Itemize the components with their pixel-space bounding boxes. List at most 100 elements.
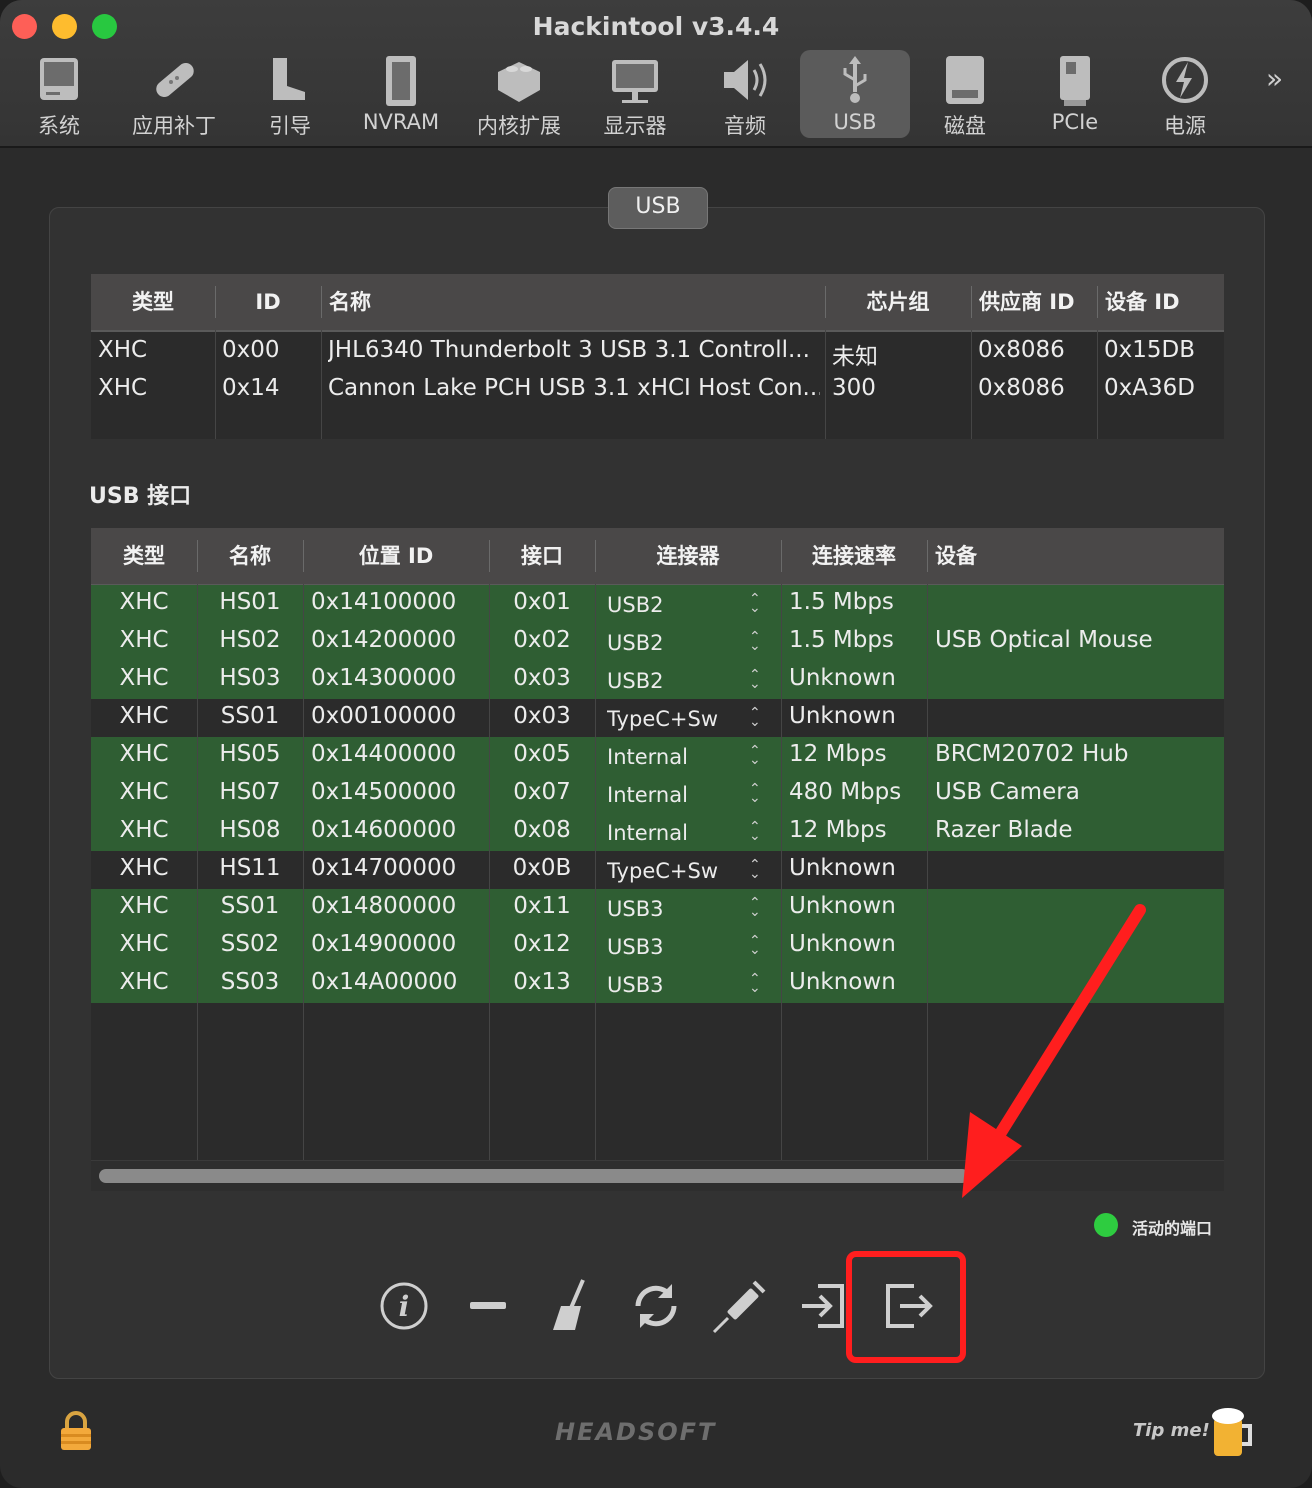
table-row[interactable]: XHC HS01 0x14100000 0x01 USB2 ⌃ ⌄ 1.5 Mbps: [91, 585, 1224, 623]
header-separator: [781, 540, 782, 572]
toolbar-item-usb[interactable]: USB: [800, 50, 910, 138]
table-cell: 0x00: [222, 337, 280, 363]
table-cell: XHC: [98, 375, 148, 401]
stepper-arrows-icon[interactable]: ⌃ ⌄: [749, 896, 761, 919]
table-cell: 未知: [832, 344, 878, 370]
toolbar-item-disk[interactable]: 磁盘: [910, 50, 1020, 138]
beer-mug-icon[interactable]: [1210, 1404, 1256, 1460]
stepper-arrows-icon[interactable]: ⌃ ⌄: [749, 934, 761, 957]
remove-icon[interactable]: [460, 1278, 516, 1334]
table-cell[interactable]: USB2: [607, 669, 753, 693]
stepper-arrows-icon[interactable]: ⌃ ⌄: [749, 744, 761, 767]
import-icon[interactable]: [796, 1278, 852, 1334]
table-cell: 1.5 Mbps: [789, 627, 894, 653]
column-separator: [197, 584, 198, 1160]
memory-icon: [386, 56, 416, 106]
stepper-arrows-icon[interactable]: ⌃ ⌄: [749, 972, 761, 995]
header-separator: [825, 286, 826, 318]
toolbar-item-display[interactable]: 显示器: [580, 50, 690, 138]
stepper-arrows-icon[interactable]: ⌃ ⌄: [749, 820, 761, 843]
controllers-table-header: 类型 ID 名称 芯片组 供应商 ID 设备 ID: [91, 274, 1224, 332]
stepper-arrows-icon[interactable]: ⌃ ⌄: [749, 858, 761, 881]
column-header[interactable]: 连接速率: [781, 528, 927, 584]
column-header[interactable]: 连接器: [595, 528, 781, 584]
toolbar-item-boot[interactable]: 引导: [235, 50, 345, 138]
toolbar-label: 磁盘: [944, 114, 986, 138]
table-cell: 0x15DB: [1104, 337, 1196, 363]
refresh-icon[interactable]: [628, 1278, 684, 1334]
active-port-indicator: [1094, 1213, 1118, 1237]
scrollbar-thumb[interactable]: [99, 1169, 969, 1183]
toolbar-item-pcie[interactable]: PCIe: [1020, 50, 1130, 138]
table-row[interactable]: XHC SS01 0x00100000 0x03 TypeC+Sw ⌃ ⌄ Unknown: [91, 699, 1224, 737]
table-row[interactable]: XHC 0x00 JHL6340 Thunderbolt 3 USB 3.1 Con…: [91, 332, 1224, 370]
table-row[interactable]: XHC HS08 0x14600000 0x08 Internal ⌃ ⌄ 12 Mbps Ra…: [91, 813, 1224, 851]
toolbar-item-system[interactable]: 系统: [4, 50, 114, 138]
table-cell: 0x03: [513, 703, 571, 729]
header-separator: [489, 540, 490, 572]
table-cell: XHC: [119, 589, 169, 615]
stepper-arrows-icon[interactable]: ⌃ ⌄: [749, 706, 761, 729]
column-header[interactable]: 名称: [321, 274, 833, 330]
column-header[interactable]: 名称: [197, 528, 303, 584]
table-cell: HS11: [219, 855, 281, 881]
ports-section-label: USB 接口: [89, 484, 192, 509]
table-cell[interactable]: Internal: [607, 821, 753, 845]
section-tab-usb[interactable]: USB: [608, 187, 708, 229]
column-header[interactable]: 接口: [489, 528, 595, 584]
stepper-arrows-icon[interactable]: ⌃ ⌄: [749, 668, 761, 691]
table-cell: XHC: [119, 817, 169, 843]
table-cell[interactable]: TypeC+Sw: [607, 707, 753, 731]
table-row[interactable]: XHC HS03 0x14300000 0x03 USB2 ⌃ ⌄ Unknown: [91, 661, 1224, 699]
stepper-arrows-icon[interactable]: ⌃ ⌄: [749, 630, 761, 653]
tip-me-label[interactable]: Tip me!: [1133, 1420, 1210, 1441]
table-cell: 0x0B: [512, 855, 572, 881]
header-separator: [971, 286, 972, 318]
syringe-icon[interactable]: [712, 1278, 768, 1334]
table-cell[interactable]: USB2: [607, 593, 753, 617]
table-cell: HS02: [219, 627, 281, 653]
stepper-arrows-icon[interactable]: ⌃ ⌄: [749, 782, 761, 805]
table-cell[interactable]: Internal: [607, 783, 753, 807]
table-row[interactable]: XHC HS11 0x14700000 0x0B TypeC+Sw ⌃ ⌄ Unknown: [91, 851, 1224, 889]
table-cell: BRCM20702 Hub: [935, 741, 1129, 767]
toolbar-item-kext[interactable]: 内核扩展: [464, 50, 574, 138]
stepper-arrows-icon[interactable]: ⌃ ⌄: [749, 592, 761, 615]
column-header[interactable]: 设备: [927, 528, 1232, 584]
column-header[interactable]: 芯片组: [825, 274, 971, 330]
table-cell[interactable]: Internal: [607, 745, 753, 769]
header-separator: [303, 540, 304, 572]
broom-icon[interactable]: [543, 1278, 599, 1334]
toolbar-item-patch[interactable]: 应用补丁: [119, 50, 229, 138]
toolbar-item-audio[interactable]: 音频: [690, 50, 800, 138]
table-cell: 1.5 Mbps: [789, 589, 894, 615]
toolbar-item-nvram[interactable]: NVRAM: [346, 50, 456, 138]
table-cell[interactable]: TypeC+Sw: [607, 859, 753, 883]
table-cell: Unknown: [789, 893, 896, 919]
table-cell: 0x14300000: [311, 665, 457, 691]
table-cell[interactable]: USB2: [607, 631, 753, 655]
table-cell[interactable]: USB3: [607, 973, 753, 997]
table-cell: 12 Mbps: [789, 741, 887, 767]
table-cell: XHC: [119, 931, 169, 957]
toolbar-overflow-button[interactable]: »: [1266, 62, 1283, 95]
column-header[interactable]: 设备 ID: [1097, 274, 1232, 330]
table-row[interactable]: XHC HS07 0x14500000 0x07 Internal ⌃ ⌄ 480 Mbps U…: [91, 775, 1224, 813]
table-cell: 0x01: [513, 589, 571, 615]
column-header[interactable]: 类型: [91, 528, 197, 584]
table-row[interactable]: XHC 0x14 Cannon Lake PCH USB 3.1 xHCI Host…: [91, 370, 1224, 408]
column-header[interactable]: 供应商 ID: [971, 274, 1105, 330]
column-header[interactable]: ID: [215, 274, 321, 330]
table-row[interactable]: XHC HS05 0x14400000 0x05 Internal ⌃ ⌄ 12 Mbps BR…: [91, 737, 1224, 775]
table-cell: XHC: [119, 779, 169, 805]
column-header[interactable]: 位置 ID: [303, 528, 489, 584]
table-row[interactable]: XHC HS02 0x14200000 0x02 USB2 ⌃ ⌄ 1.5 Mbps USB O…: [91, 623, 1224, 661]
lock-icon[interactable]: [58, 1410, 94, 1452]
toolbar-item-power[interactable]: 电源: [1130, 50, 1240, 138]
table-cell[interactable]: USB3: [607, 897, 753, 921]
column-header[interactable]: 类型: [91, 274, 215, 330]
info-icon[interactable]: i: [376, 1278, 432, 1334]
table-cell[interactable]: USB3: [607, 935, 753, 959]
header-separator: [215, 286, 216, 318]
export-button-highlight: [846, 1251, 966, 1363]
